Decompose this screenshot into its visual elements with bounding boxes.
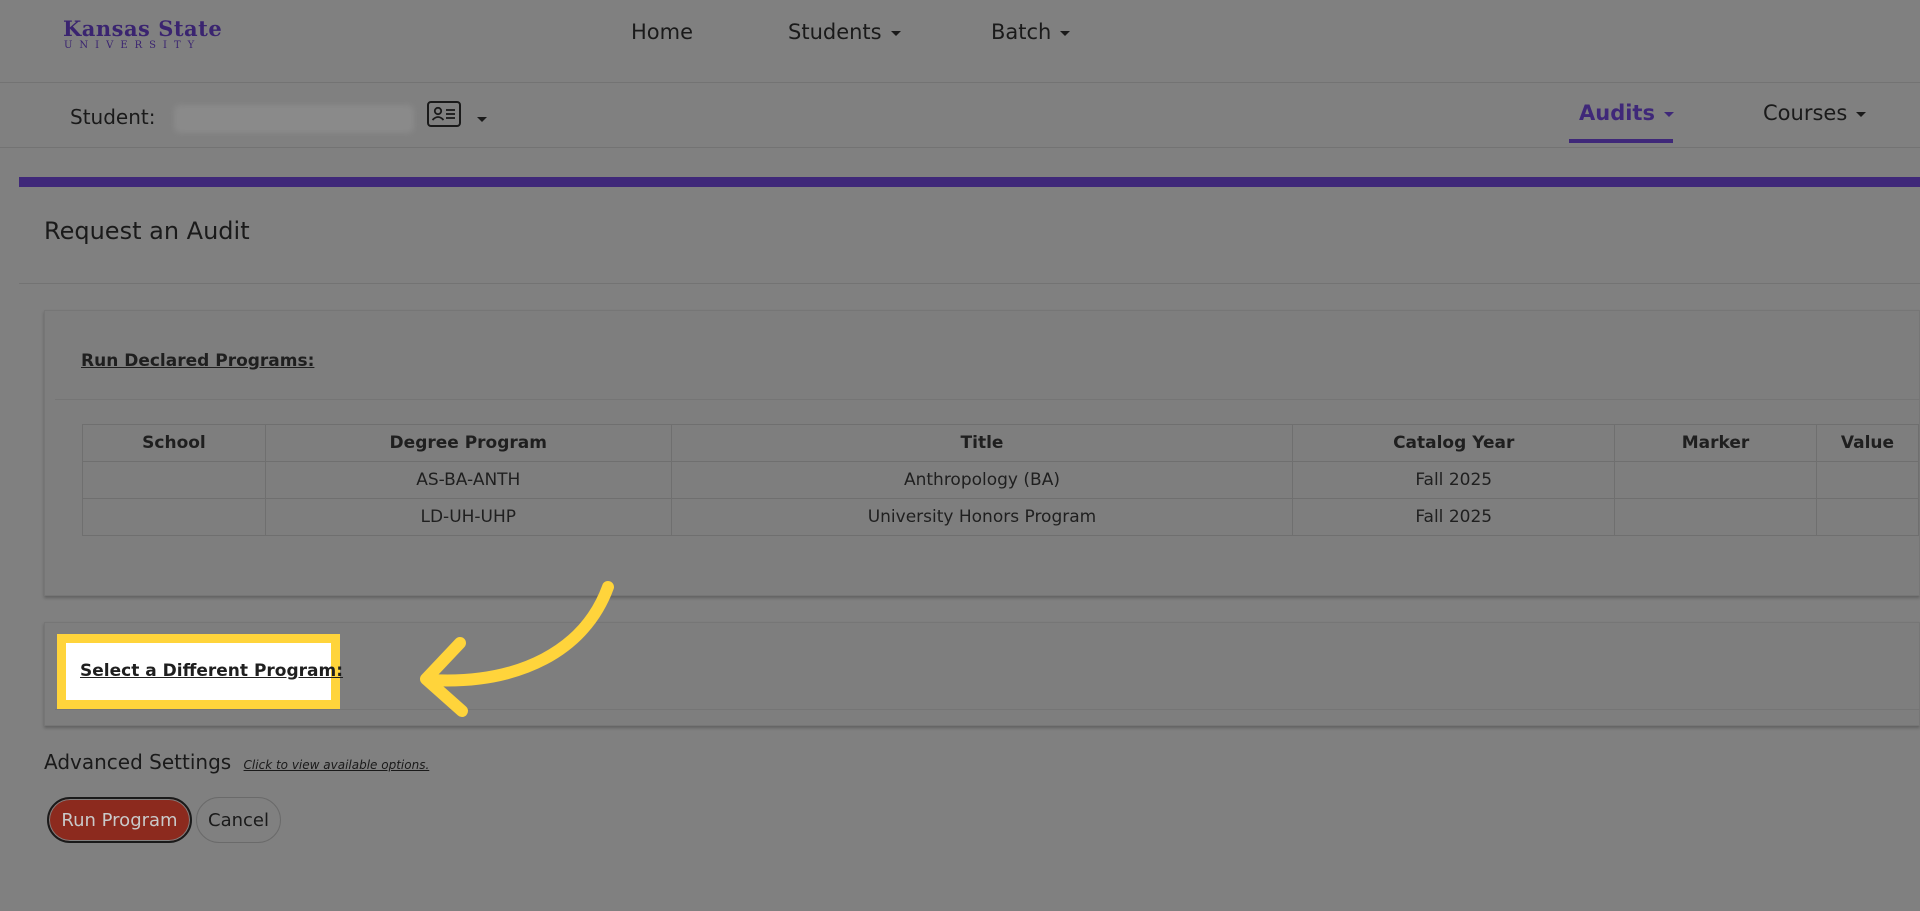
- tab-courses-label: Courses: [1763, 101, 1848, 125]
- advanced-settings: Advanced Settings Click to view availabl…: [44, 750, 429, 774]
- run-declared-programs-link[interactable]: Run Declared Programs:: [81, 351, 314, 371]
- table-cell: University Honors Program: [670, 498, 1294, 536]
- select-different-program-link[interactable]: Select a Different Program:: [80, 661, 343, 681]
- caret-down-icon: [1060, 30, 1071, 36]
- run-program-button[interactable]: Run Program: [47, 797, 192, 843]
- table-cell: Fall 2025: [1292, 498, 1616, 536]
- table-cell: [1614, 498, 1817, 536]
- tab-audits-label: Audits: [1579, 101, 1655, 125]
- nav-batch[interactable]: Batch: [991, 20, 1071, 44]
- nav-batch-label: Batch: [991, 20, 1052, 44]
- table-cell: [1815, 498, 1920, 536]
- purple-accent-bar: [19, 177, 1920, 187]
- table-cell: LD-UH-UHP: [264, 498, 672, 536]
- table-cell: AS-BA-ANTH: [264, 461, 672, 499]
- logo-line1: Kansas State: [63, 16, 223, 41]
- id-card-glyph: [431, 106, 455, 121]
- student-label: Student:: [70, 105, 156, 129]
- nav-home[interactable]: Home: [631, 20, 693, 44]
- tab-courses[interactable]: Courses: [1763, 101, 1867, 125]
- column-header: School: [82, 424, 266, 462]
- table-cell: Anthropology (BA): [670, 461, 1294, 499]
- advanced-settings-link[interactable]: Click to view available options.: [244, 758, 430, 772]
- student-name-redacted: [174, 105, 414, 133]
- table-cell: Fall 2025: [1292, 461, 1616, 499]
- declared-programs-panel: Run Declared Programs: School Degree Pro…: [44, 310, 1920, 596]
- cancel-button[interactable]: Cancel: [196, 797, 281, 843]
- table-cell: [82, 498, 266, 536]
- id-card-icon[interactable]: [427, 101, 461, 127]
- table-row[interactable]: AS-BA-ANTH Anthropology (BA) Fall 2025: [82, 461, 1920, 499]
- tab-audits[interactable]: Audits: [1579, 101, 1674, 125]
- caret-down-icon: [1856, 111, 1867, 117]
- student-bar: Student: Audits Courses: [0, 83, 1920, 148]
- column-header: Catalog Year: [1292, 424, 1616, 462]
- active-tab-underline: [1569, 139, 1673, 143]
- top-navbar: Kansas State UNIVERSITY Home Students Ba…: [0, 0, 1920, 83]
- table-cell: [1614, 461, 1817, 499]
- table-cell: [1815, 461, 1920, 499]
- divider: [55, 399, 1920, 400]
- column-header: Title: [670, 424, 1294, 462]
- nav-students-label: Students: [788, 20, 882, 44]
- nav-home-label: Home: [631, 20, 694, 44]
- kansas-state-logo[interactable]: Kansas State UNIVERSITY: [63, 18, 222, 52]
- table-header-row: School Degree Program Title Catalog Year…: [82, 424, 1920, 462]
- divider: [19, 283, 1920, 284]
- column-header: Marker: [1614, 424, 1817, 462]
- main-content: Request an Audit Run Declared Programs: …: [19, 187, 1920, 911]
- logo-line2: UNIVERSITY: [64, 40, 202, 51]
- column-header: Value: [1815, 424, 1920, 462]
- declared-programs-table: School Degree Program Title Catalog Year…: [82, 424, 1920, 536]
- caret-down-icon: [1663, 111, 1674, 117]
- caret-down-icon[interactable]: [477, 117, 487, 122]
- nav-students[interactable]: Students: [788, 20, 901, 44]
- table-row[interactable]: LD-UH-UHP University Honors Program Fall…: [82, 498, 1920, 536]
- table-cell: [82, 461, 266, 499]
- caret-down-icon: [890, 30, 901, 36]
- highlight-box: Select a Different Program:: [57, 634, 343, 709]
- curved-arrow-icon: [420, 581, 614, 717]
- advanced-settings-label: Advanced Settings: [44, 750, 232, 774]
- page-title: Request an Audit: [44, 217, 250, 245]
- divider: [55, 709, 1920, 710]
- column-header: Degree Program: [264, 424, 672, 462]
